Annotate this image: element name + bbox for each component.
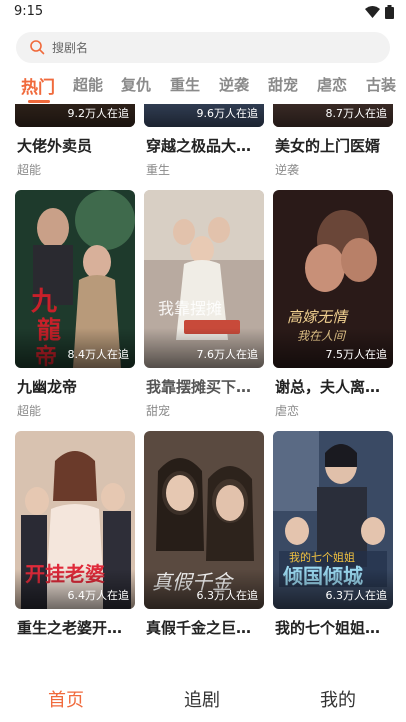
status-time: 9:15 [14,4,44,19]
drama-poster[interactable]: 高嫁无情 我在人间 7.5万人在追 [273,190,393,368]
drama-poster[interactable]: 九 龍 帝 8.4万人在追 [15,190,135,368]
battery-icon [385,5,394,19]
drama-poster[interactable]: 8.7万人在追 [273,104,393,127]
nav-profile[interactable]: 我的 [320,686,356,712]
watch-count: 7.5万人在追 [325,348,388,361]
active-tab-indicator [28,100,50,103]
drama-grid: 9.2万人在追 大佬外卖员 超能 9.6万人在追 穿越之极品大… 重生 8.7万… [0,104,406,660]
drama-card[interactable]: 8.7万人在追 美女的上门医婿 逆袭 [273,104,393,177]
drama-title[interactable]: 真假千金之巨… [146,617,266,638]
watch-count: 6.3万人在追 [325,589,388,602]
drama-title[interactable]: 谢总，夫人离… [275,376,395,397]
search-icon [30,40,45,55]
search-input[interactable]: 搜剧名 [52,39,88,56]
tab-revenge[interactable]: 复仇 [121,74,151,95]
tab-rebirth[interactable]: 重生 [170,74,200,95]
watch-count: 6.3万人在追 [196,589,259,602]
watch-count: 9.2万人在追 [67,107,130,120]
svg-text:九: 九 [30,287,57,317]
svg-text:高嫁无情: 高嫁无情 [287,308,349,326]
nav-home[interactable]: 首页 [48,686,84,712]
watch-count: 9.6万人在追 [196,107,259,120]
drama-genre: 甜宠 [146,404,171,418]
tab-tragic-love[interactable]: 虐恋 [317,74,347,95]
drama-title[interactable]: 穿越之极品大… [146,135,266,156]
nav-following[interactable]: 追剧 [184,686,220,712]
drama-poster[interactable]: 我靠摆摊 7.6万人在追 [144,190,264,368]
drama-card[interactable]: 开挂老婆 6.4万人在追 重生之老婆开… [15,431,135,637]
drama-genre: 超能 [17,163,42,177]
drama-card[interactable]: 高嫁无情 我在人间 7.5万人在追 谢总，夫人离… 虐恋 [273,190,393,418]
watch-count: 8.7万人在追 [325,107,388,120]
drama-poster[interactable]: 真假千金 6.3万人在追 [144,431,264,609]
drama-card[interactable]: 9.2万人在追 大佬外卖员 超能 [15,104,135,177]
drama-title[interactable]: 重生之老婆开… [17,617,137,638]
drama-card[interactable]: 真假千金 6.3万人在追 真假千金之巨… [144,431,264,637]
drama-genre: 超能 [17,404,42,418]
tab-hot[interactable]: 热门 [21,73,55,98]
drama-poster[interactable]: 9.6万人在追 [144,104,264,127]
watch-count: 8.4万人在追 [67,348,130,361]
drama-card[interactable]: 9.6万人在追 穿越之极品大… 重生 [144,104,264,177]
search-bar[interactable]: 搜剧名 [16,32,390,63]
drama-card[interactable]: 我的七个姐姐 倾国倾城 6.3万人在追 我的七个姐姐… [273,431,393,637]
tab-superpower[interactable]: 超能 [73,74,103,95]
drama-title[interactable]: 我的七个姐姐… [275,617,395,638]
svg-text:我的七个姐姐: 我的七个姐姐 [289,550,355,564]
watch-count: 7.6万人在追 [196,348,259,361]
watch-count: 6.4万人在追 [67,589,130,602]
status-bar: 9:15 [0,0,406,24]
drama-card[interactable]: 我靠摆摊 7.6万人在追 我靠摆摊买下… 甜宠 [144,190,264,418]
drama-title[interactable]: 九幽龙帝 [17,376,137,397]
tab-comeback[interactable]: 逆袭 [219,74,249,95]
drama-genre: 虐恋 [275,404,300,418]
wifi-icon [365,6,380,18]
drama-genre: 逆袭 [275,163,300,177]
tab-sweet[interactable]: 甜宠 [268,74,298,95]
drama-genre: 重生 [146,163,171,177]
drama-title[interactable]: 大佬外卖员 [17,135,137,156]
drama-title[interactable]: 我靠摆摊买下… [146,376,266,397]
bottom-nav: 首页 追剧 我的 [0,674,406,722]
drama-poster[interactable]: 9.2万人在追 [15,104,135,127]
status-icons [365,5,394,19]
svg-text:我靠摆摊: 我靠摆摊 [158,299,222,318]
category-tabs: 热门 超能 复仇 重生 逆袭 甜宠 虐恋 古装 [0,70,406,104]
drama-title[interactable]: 美女的上门医婿 [275,135,395,156]
drama-poster[interactable]: 开挂老婆 6.4万人在追 [15,431,135,609]
drama-poster[interactable]: 我的七个姐姐 倾国倾城 6.3万人在追 [273,431,393,609]
tab-costume[interactable]: 古装 [366,74,396,95]
drama-card[interactable]: 九 龍 帝 8.4万人在追 九幽龙帝 超能 [15,190,135,418]
